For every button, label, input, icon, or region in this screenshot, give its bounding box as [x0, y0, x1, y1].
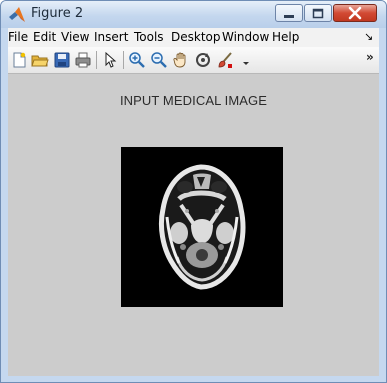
minimize-button[interactable]: [275, 4, 303, 22]
minimize-icon: [284, 15, 294, 18]
new-file-icon[interactable]: [10, 51, 28, 69]
menu-view[interactable]: View: [61, 30, 89, 44]
data-brush-icon[interactable]: [216, 51, 234, 69]
save-icon[interactable]: [53, 51, 71, 69]
menubar-chevron-icon[interactable]: ↘: [364, 30, 373, 43]
ct-scan-image: [121, 147, 283, 307]
menu-file[interactable]: File: [8, 30, 28, 44]
menu-insert[interactable]: Insert: [94, 30, 128, 44]
zoom-out-icon[interactable]: [150, 51, 168, 69]
menu-window[interactable]: Window: [222, 30, 269, 44]
medical-image: [121, 147, 283, 307]
toolbar: »: [8, 47, 379, 74]
title-bar[interactable]: Figure 2: [1, 1, 386, 28]
window-title: Figure 2: [31, 6, 84, 21]
menu-desktop[interactable]: Desktop: [171, 30, 221, 44]
toolbar-separator: [123, 51, 124, 69]
menu-edit[interactable]: Edit: [33, 30, 56, 44]
brush-dropdown-icon[interactable]: [237, 51, 249, 69]
figure-canvas: INPUT MEDICAL IMAGE: [8, 74, 379, 376]
menu-tools[interactable]: Tools: [134, 30, 164, 44]
pan-hand-icon[interactable]: [172, 51, 190, 69]
figure-window: Figure 2 File Edit View Insert Tools Des…: [0, 0, 387, 383]
toolbar-separator: [96, 51, 97, 69]
menu-help[interactable]: Help: [272, 30, 299, 44]
open-folder-icon[interactable]: [31, 51, 49, 69]
toolbar-overflow-icon[interactable]: »: [366, 50, 374, 64]
menu-bar: File Edit View Insert Tools Desktop Wind…: [8, 28, 379, 47]
maximize-icon: [312, 8, 324, 19]
zoom-in-icon[interactable]: [128, 51, 146, 69]
close-icon: [348, 6, 362, 20]
pointer-icon[interactable]: [101, 51, 119, 69]
axes-title: INPUT MEDICAL IMAGE: [119, 93, 268, 108]
close-button[interactable]: [333, 4, 377, 22]
print-icon[interactable]: [74, 51, 92, 69]
matlab-logo-icon: [8, 6, 26, 24]
rotate-3d-icon[interactable]: [194, 51, 212, 69]
maximize-button[interactable]: [304, 4, 332, 22]
